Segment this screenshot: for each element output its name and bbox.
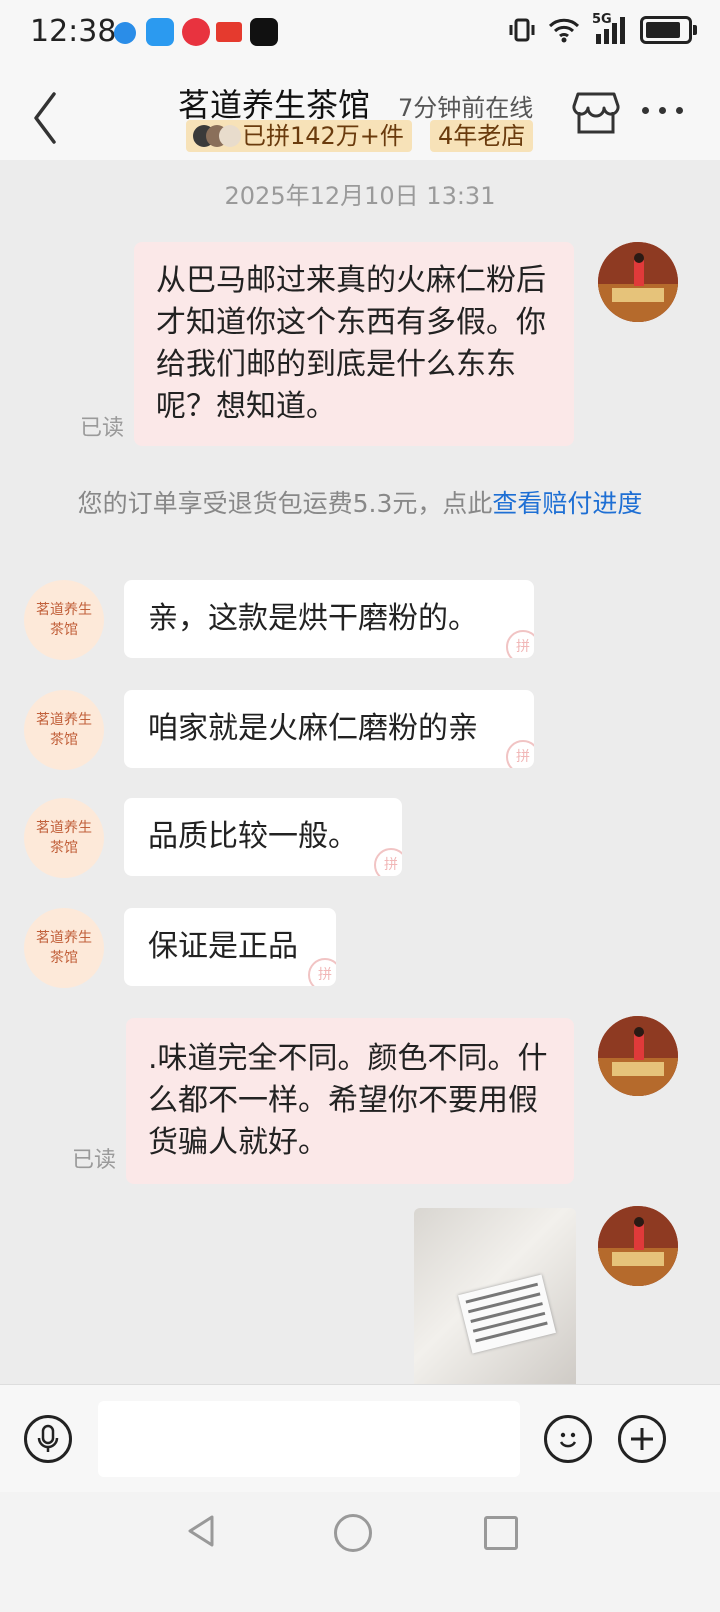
emoji-button[interactable] — [544, 1415, 592, 1463]
shop-avatar[interactable]: 茗道养生茶馆 — [24, 798, 104, 878]
more-options-icon[interactable] — [642, 98, 692, 122]
chat-header: 茗道养生茶馆 7分钟前在线 已拼142万+件 4年老店 — [0, 68, 720, 160]
back-icon[interactable] — [24, 84, 74, 144]
user-avatar-photo-icon — [598, 242, 678, 322]
nav-home-icon[interactable] — [334, 1514, 372, 1552]
message-timestamp: 2025年12月10日 13:31 — [224, 182, 496, 210]
clock: 12:38 — [30, 14, 117, 49]
message-input[interactable] — [98, 1401, 520, 1477]
my-message-bubble[interactable]: 从巴马邮过来真的火麻仁粉后才知道你这个东西有多假。你给我们邮的到底是什么东东呢？… — [134, 242, 574, 446]
voice-input-button[interactable] — [24, 1415, 72, 1463]
wifi-icon — [548, 18, 580, 43]
online-status: 7分钟前在线 — [398, 94, 534, 122]
read-receipt: 已读 — [80, 416, 125, 441]
shop-message-bubble[interactable]: 品质比较一般。 拼 — [124, 798, 402, 876]
shop-message-bubble[interactable]: 保证是正品 拼 — [124, 908, 336, 986]
tiktok-app-icon — [250, 18, 278, 46]
shop-message-text: 保证是正品 — [148, 929, 298, 964]
plus-icon — [631, 1428, 653, 1450]
user-avatar-photo-icon — [598, 1206, 678, 1286]
message-input-bar — [0, 1384, 720, 1493]
vibrate-icon — [509, 18, 535, 42]
status-bar: 12:38 5G — [0, 0, 720, 68]
system-nav-bar — [0, 1492, 720, 1612]
shop-message-text: 品质比较一般。 — [148, 819, 358, 854]
shop-avatar[interactable]: 茗道养生茶馆 — [24, 580, 104, 660]
shop-message-bubble[interactable]: 亲，这款是烘干磨粉的。 拼 — [124, 580, 534, 658]
nav-recents-icon[interactable] — [484, 1516, 518, 1550]
network-type-label: 5G — [592, 12, 628, 44]
shop-message-text: 咱家就是火麻仁磨粉的亲 — [148, 711, 478, 746]
refund-notice-text: 您的订单享受退货包运费5.3元，点此 — [77, 489, 493, 518]
shop-avatar[interactable]: 茗道养生茶馆 — [24, 908, 104, 988]
shop-message-bubble[interactable]: 咱家就是火麻仁磨粉的亲 拼 — [124, 690, 534, 768]
user-avatar[interactable] — [598, 1206, 678, 1286]
user-avatar-photo-icon — [598, 1016, 678, 1096]
store-icon[interactable] — [572, 90, 620, 136]
video-app-icon — [182, 18, 210, 46]
pinduoduo-watermark-icon: 拼 — [374, 848, 402, 876]
weather-app-icon — [146, 18, 174, 46]
add-attachment-button[interactable] — [618, 1415, 666, 1463]
my-message-bubble[interactable]: .味道完全不同。颜色不同。什么都不一样。希望你不要用假货骗人就好。 — [126, 1018, 574, 1184]
shop-avatar[interactable]: 茗道养生茶馆 — [24, 690, 104, 770]
browser-app-icon — [114, 22, 136, 44]
user-avatar[interactable] — [598, 242, 678, 322]
package-label-image — [458, 1274, 556, 1354]
user-avatar[interactable] — [598, 1016, 678, 1096]
refund-notice: 您的订单享受退货包运费5.3元，点此查看赔付进度 — [70, 486, 650, 522]
buyer-avatars-icon — [193, 125, 241, 147]
product-photo-message[interactable] — [414, 1208, 576, 1384]
shop-age-badge: 4年老店 — [430, 120, 534, 152]
read-receipt: 已读 — [72, 1148, 117, 1173]
compensation-progress-link[interactable]: 查看赔付进度 — [492, 489, 642, 518]
nav-back-icon[interactable] — [186, 1514, 216, 1548]
battery-icon — [640, 16, 697, 44]
shop-message-text: 亲，这款是烘干磨粉的。 — [148, 601, 478, 636]
pinduoduo-watermark-icon: 拼 — [308, 958, 336, 986]
microphone-icon — [37, 1424, 59, 1452]
pinduoduo-watermark-icon: 拼 — [506, 740, 534, 768]
pinduoduo-watermark-icon: 拼 — [506, 630, 534, 658]
smiley-icon — [559, 1432, 577, 1448]
toutiao-app-icon — [216, 22, 242, 42]
